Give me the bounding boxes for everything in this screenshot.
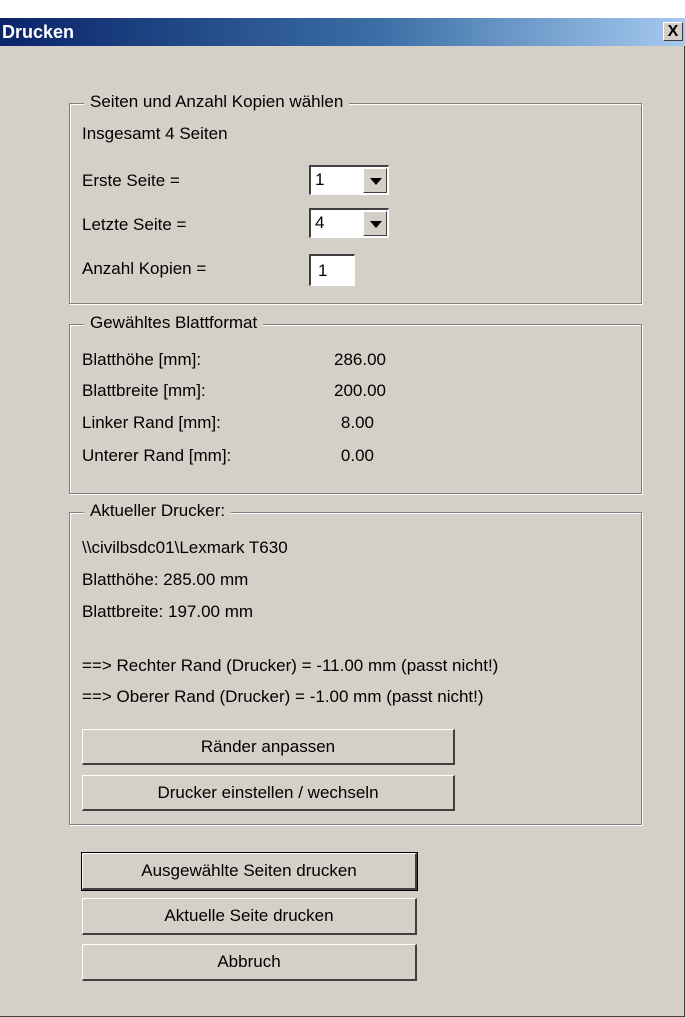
printer-name: \\civilbsdc01\Lexmark T630	[82, 538, 288, 557]
printer-sheet-width: Blattbreite: 197.00 mm	[82, 602, 254, 621]
printer-sheet-height: Blatthöhe: 285.00 mm	[82, 570, 249, 589]
format-row-value: 8.00	[340, 413, 374, 432]
format-row-label: Blatthöhe [mm]:	[82, 350, 202, 369]
print-current-page-button[interactable]: Aktuelle Seite drucken	[82, 898, 417, 935]
adjust-margins-button[interactable]: Ränder anpassen	[82, 729, 455, 765]
copies-input[interactable]: 1	[309, 254, 355, 286]
top-margin-warning: ==> Oberer Rand (Drucker) = -1.00 mm (pa…	[82, 687, 484, 706]
format-row-label: Unterer Rand [mm]:	[82, 446, 232, 465]
printer-setup-button[interactable]: Drucker einstellen / wechseln	[82, 775, 455, 811]
last-page-value: 4	[315, 213, 325, 232]
copies-value: 1	[318, 261, 328, 280]
first-page-value: 1	[315, 170, 325, 189]
format-groupbox-legend: Gewähltes Blattformat	[84, 313, 264, 333]
title-bar[interactable]: Drucken X	[0, 18, 685, 46]
print-selected-pages-button[interactable]: Ausgewählte Seiten drucken	[81, 852, 418, 891]
right-margin-warning: ==> Rechter Rand (Drucker) = -11.00 mm (…	[82, 656, 499, 675]
close-button[interactable]: X	[663, 22, 683, 41]
format-row-label: Blattbreite [mm]:	[82, 381, 206, 400]
first-page-label: Erste Seite =	[82, 171, 180, 190]
format-row-value: 286.00	[334, 350, 386, 369]
last-page-label: Letzte Seite =	[82, 215, 187, 234]
copies-label: Anzahl Kopien =	[82, 259, 207, 278]
chevron-down-icon	[370, 221, 382, 228]
pages-groupbox-legend: Seiten und Anzahl Kopien wählen	[84, 92, 350, 112]
first-page-dropdown-button[interactable]	[363, 168, 387, 193]
cancel-button[interactable]: Abbruch	[82, 944, 417, 981]
format-row-value: 200.00	[334, 381, 386, 400]
window-title: Drucken	[2, 22, 75, 42]
printer-groupbox-legend: Aktueller Drucker:	[84, 501, 232, 521]
format-row-value: 0.00	[340, 446, 374, 465]
background-strip	[0, 0, 685, 18]
last-page-select[interactable]: 4	[309, 208, 389, 238]
last-page-dropdown-button[interactable]	[363, 211, 387, 236]
chevron-down-icon	[370, 178, 382, 185]
format-row-label: Linker Rand [mm]:	[82, 413, 221, 432]
first-page-select[interactable]: 1	[309, 165, 389, 195]
total-pages-text: Insgesamt 4 Seiten	[82, 124, 228, 143]
close-icon: X	[667, 23, 679, 40]
